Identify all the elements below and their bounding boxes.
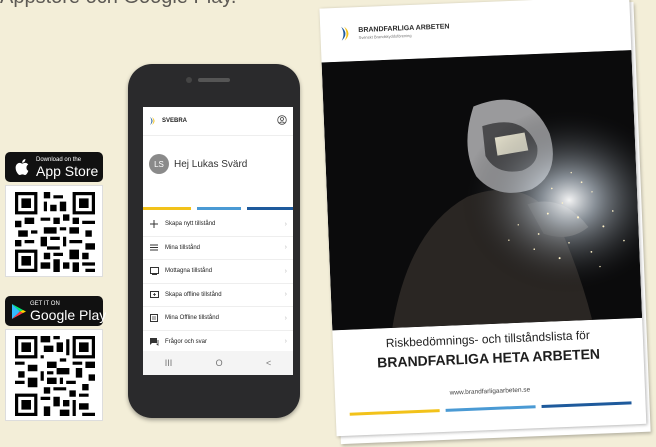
chat-icon <box>149 337 159 346</box>
menu-item-label: Mottagna tillstånd <box>165 268 213 275</box>
menu-item-label: Skapa nytt tillstånd <box>165 221 216 228</box>
qr-icon <box>15 192 95 272</box>
booklet-front-page: BRANDFARLIGA ARBETEN Svenskt Brandskydds… <box>319 0 647 437</box>
google-play-small: GET IT ON <box>30 300 60 307</box>
offline-list-icon <box>149 314 159 323</box>
chevron-right-icon: › <box>284 244 287 252</box>
speaker-grille <box>198 78 230 82</box>
apple-icon <box>11 159 33 175</box>
svebra-logo-icon <box>150 117 155 125</box>
camera-icon <box>186 77 192 83</box>
google-play-big: Google Play <box>30 306 107 323</box>
menu-item-label: Mina tillstånd <box>165 244 201 251</box>
menu-item-my-offline[interactable]: Mina Offline tillstånd › <box>143 307 293 331</box>
back-button[interactable]: < <box>266 358 271 368</box>
qr-icon <box>15 336 95 416</box>
greeting-text: Hej Lukas Svärd <box>174 158 248 170</box>
brand-logo-icon <box>341 26 349 41</box>
app-store-qr-code <box>5 185 103 277</box>
menu-item-received-permits[interactable]: Mottagna tillstånd › <box>143 260 293 284</box>
menu-item-label: Mina Offline tillstånd <box>165 315 219 322</box>
menu-item-label: Skapa offline tillstånd <box>165 291 222 298</box>
app-store-big: App Store <box>36 162 99 179</box>
avatar: LS <box>149 154 169 174</box>
welder-photo <box>321 50 643 331</box>
app-store-badge[interactable]: Download on the App Store <box>5 152 103 182</box>
google-play-icon <box>11 303 27 320</box>
inbox-icon <box>149 267 159 276</box>
chevron-right-icon: › <box>284 267 287 275</box>
booklet-cover: BRANDFARLIGA ARBETEN Svenskt Brandskydds… <box>319 0 656 445</box>
menu-item-label: Frågor och svar <box>165 338 208 345</box>
list-icon <box>149 244 159 251</box>
account-icon[interactable] <box>277 112 287 130</box>
main-menu: Skapa nytt tillstånd › Mina tillstånd › … <box>143 213 293 354</box>
menu-item-create-permit[interactable]: Skapa nytt tillstånd › <box>143 213 293 237</box>
brand-stripes <box>143 207 293 210</box>
home-button[interactable]: O <box>216 358 223 368</box>
booklet-header: BRANDFARLIGA ARBETEN Svenskt Brandskydds… <box>340 21 450 41</box>
phone-screen: SVEBRA LS Hej Lukas Svärd Skapa nytt til… <box>143 107 293 375</box>
booklet-stripes <box>349 401 632 416</box>
recent-apps-button[interactable]: III <box>165 358 173 368</box>
greeting-row: LS Hej Lukas Svärd <box>143 136 293 182</box>
offline-icon <box>149 290 159 299</box>
app-brand: SVEBRA <box>162 118 188 124</box>
app-store-small: Download on the <box>36 156 82 163</box>
chevron-right-icon: › <box>284 220 287 228</box>
android-nav-bar: III O < <box>143 351 293 375</box>
plus-icon <box>149 220 159 229</box>
booklet-url: www.brandfarligaarbeten.se <box>449 386 531 397</box>
chevron-right-icon: › <box>284 314 287 322</box>
menu-item-my-permits[interactable]: Mina tillstånd › <box>143 237 293 260</box>
chevron-right-icon: › <box>284 291 287 299</box>
headline: Appstore och Google Play. <box>0 0 236 9</box>
chevron-right-icon: › <box>284 338 287 346</box>
google-play-badge[interactable]: GET IT ON Google Play <box>5 296 107 326</box>
menu-item-create-offline[interactable]: Skapa offline tillstånd › <box>143 284 293 307</box>
google-play-qr-code <box>5 329 103 421</box>
app-header: SVEBRA <box>143 107 293 136</box>
